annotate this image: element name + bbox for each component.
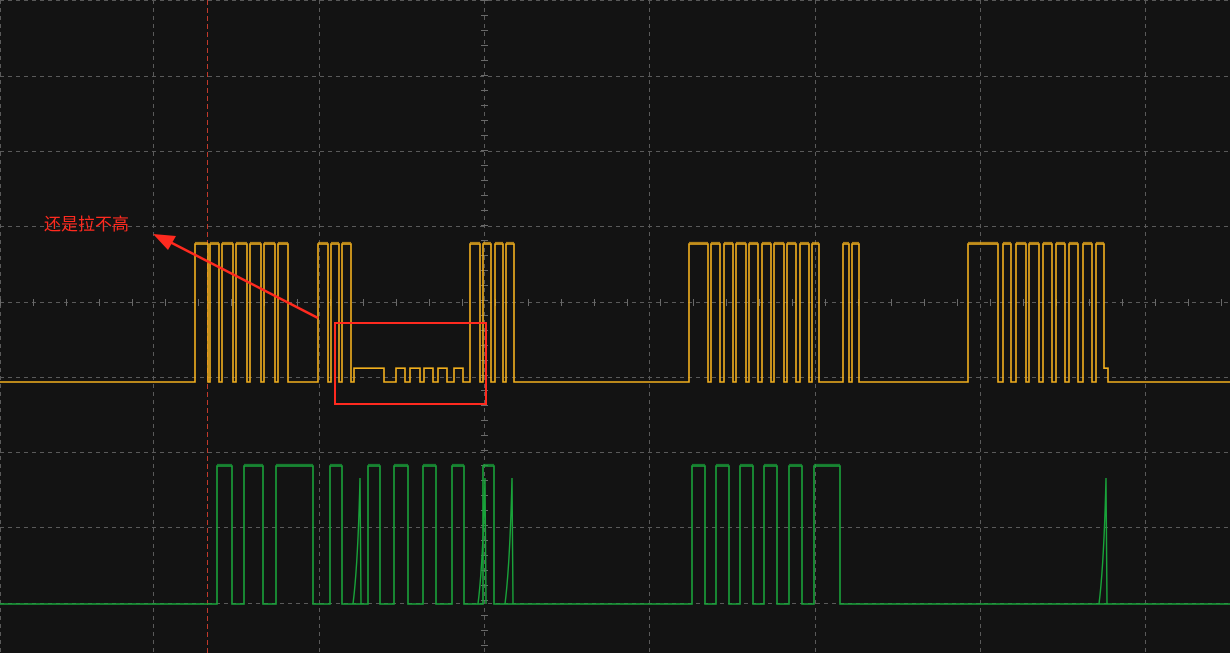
trace-2-spike-3 — [1098, 477, 1108, 605]
trace-1-waveform — [0, 243, 1230, 383]
trace-2-spike-0 — [352, 477, 362, 605]
annotation-highlight-box — [334, 322, 487, 405]
annotation-arrow-line — [169, 240, 319, 320]
trace-2-spike-2 — [504, 477, 514, 605]
waveform-plot — [0, 0, 1230, 653]
annotation-label: 还是拉不高 — [44, 215, 129, 235]
annotation-arrow-head — [153, 234, 176, 250]
grid — [0, 0, 1230, 653]
traces — [0, 241, 1230, 605]
oscilloscope-screen: 还是拉不高 — [0, 0, 1230, 653]
trace-2-waveform — [0, 465, 1230, 605]
